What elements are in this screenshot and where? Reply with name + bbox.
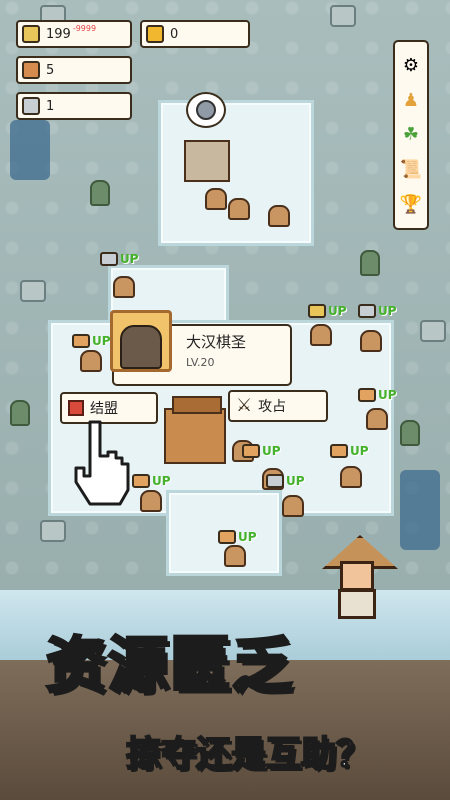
villager-unit[interactable] xyxy=(113,276,135,298)
hero-face xyxy=(340,561,374,591)
log-icon xyxy=(358,388,376,402)
villager-unit[interactable] xyxy=(366,408,388,430)
upgrade-marker[interactable]: UP xyxy=(242,444,281,458)
rock xyxy=(420,320,446,342)
stone-icon xyxy=(100,252,118,266)
hero-character xyxy=(322,535,398,625)
knight-helmet-icon xyxy=(196,100,216,120)
subline-text: 掠夺还是互助？ xyxy=(125,734,372,776)
villager-unit[interactable] xyxy=(268,205,290,227)
player-castle[interactable] xyxy=(164,396,226,464)
wood-counter: 5 xyxy=(16,56,132,84)
rock xyxy=(330,5,356,27)
trophy-icon[interactable]: 🏆 xyxy=(400,194,422,216)
enemy-fortress[interactable] xyxy=(184,140,230,182)
tree xyxy=(400,420,420,446)
log-icon xyxy=(132,474,150,488)
villager-unit[interactable] xyxy=(224,545,246,567)
tree xyxy=(90,180,110,206)
territory-north[interactable] xyxy=(158,100,314,246)
villager-unit[interactable] xyxy=(340,466,362,488)
upgrade-marker[interactable]: UP xyxy=(72,334,111,348)
player-avatar[interactable] xyxy=(110,310,172,372)
villager-unit[interactable] xyxy=(205,188,227,210)
rock xyxy=(20,280,46,302)
tree xyxy=(10,400,30,426)
upgrade-marker[interactable]: UP xyxy=(132,474,171,488)
stone-icon xyxy=(266,474,284,488)
coin-icon xyxy=(146,25,164,43)
player-name: 大汉棋圣 xyxy=(186,333,247,351)
villager-unit[interactable] xyxy=(140,490,162,512)
scroll-icon[interactable]: 📜 xyxy=(400,159,422,181)
villager-unit[interactable] xyxy=(80,350,102,372)
upgrade-marker[interactable]: UP xyxy=(330,444,369,458)
wheat-icon xyxy=(22,25,40,43)
log-icon xyxy=(72,334,90,348)
stone-counter: 1 xyxy=(16,92,132,120)
crossed-swords-icon: ⚔ xyxy=(236,395,253,416)
settings-icon[interactable]: ⚙ xyxy=(400,54,422,76)
log-icon xyxy=(218,530,236,544)
pond xyxy=(10,120,50,180)
coin-counter: 0 xyxy=(140,20,250,48)
wheat-counter: 199 -9999 xyxy=(16,20,132,48)
pond xyxy=(400,470,440,550)
attack-button[interactable]: ⚔ 攻占 xyxy=(228,390,328,422)
headline-text: 资源匮乏 xyxy=(45,630,294,703)
upgrade-marker[interactable]: UP xyxy=(358,388,397,402)
wheat-icon xyxy=(308,304,326,318)
pointing-hand-icon xyxy=(74,420,130,506)
alliance-icon[interactable]: ☘ xyxy=(400,124,422,146)
villager-unit[interactable] xyxy=(360,330,382,352)
upgrade-marker[interactable]: UP xyxy=(100,252,139,266)
stone-icon xyxy=(358,304,376,318)
side-menu: ⚙ ♟ ☘ 📜 🏆 xyxy=(393,40,429,230)
tree xyxy=(360,250,380,276)
villager-unit[interactable] xyxy=(282,495,304,517)
upgrade-marker[interactable]: UP xyxy=(218,530,257,544)
chat-bubble xyxy=(186,92,226,128)
log-icon xyxy=(242,444,260,458)
villager-unit[interactable] xyxy=(310,324,332,346)
rock xyxy=(40,520,66,542)
villager-unit[interactable] xyxy=(228,198,250,220)
log-icon xyxy=(22,61,40,79)
player-level: LV.20 xyxy=(186,356,215,369)
upgrade-marker[interactable]: UP xyxy=(308,304,347,318)
log-icon xyxy=(330,444,348,458)
stone-icon xyxy=(22,97,40,115)
hooded-figure-icon xyxy=(120,325,162,369)
flag-icon xyxy=(68,400,84,416)
upgrade-marker[interactable]: UP xyxy=(266,474,305,488)
leader-icon[interactable]: ♟ xyxy=(400,89,422,111)
upgrade-marker[interactable]: UP xyxy=(358,304,397,318)
hero-body xyxy=(338,589,376,619)
